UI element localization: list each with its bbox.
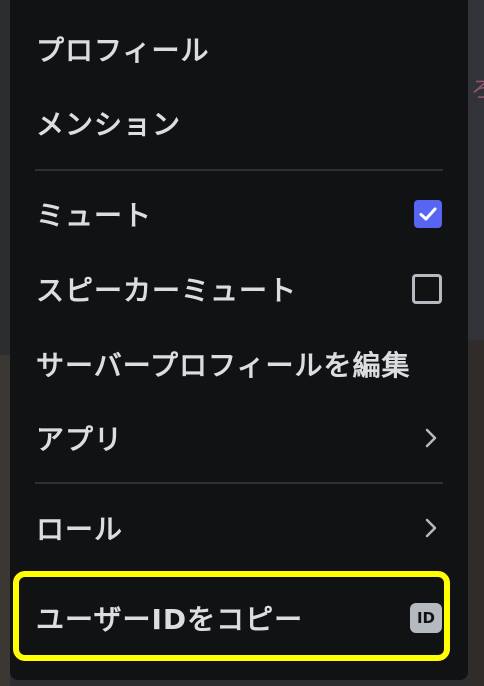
background-text-fragment: ろ bbox=[471, 78, 484, 103]
menu-item-profile[interactable]: プロフィール bbox=[36, 19, 442, 79]
menu-item-label: プロフィール bbox=[36, 34, 210, 67]
menu-item-label: アプリ bbox=[36, 423, 124, 456]
background-panel-lower-right bbox=[468, 340, 484, 686]
chevron-right-icon bbox=[420, 424, 442, 452]
menu-item-label: メンション bbox=[36, 108, 182, 141]
menu-item-label: サーバープロフィールを編集 bbox=[36, 349, 411, 382]
background-panel-lower-left bbox=[0, 355, 10, 686]
menu-item-label: ロール bbox=[36, 513, 124, 546]
menu-item-mute[interactable]: ミュート bbox=[36, 184, 442, 244]
highlight-box bbox=[13, 571, 450, 661]
menu-item-speaker-mute[interactable]: スピーカーミュート bbox=[36, 259, 442, 319]
menu-separator bbox=[35, 482, 443, 484]
menu-item-apps[interactable]: アプリ bbox=[36, 408, 442, 468]
checkbox-checked-icon[interactable] bbox=[414, 200, 442, 228]
menu-item-label: スピーカーミュート bbox=[36, 274, 298, 307]
checkbox-unchecked-icon[interactable] bbox=[412, 274, 442, 304]
menu-item-roles[interactable]: ロール bbox=[36, 498, 442, 558]
menu-item-edit-server-profile[interactable]: サーバープロフィールを編集 bbox=[36, 334, 442, 394]
menu-separator bbox=[35, 169, 443, 171]
menu-item-label: ミュート bbox=[36, 199, 153, 232]
chevron-right-icon bbox=[420, 514, 442, 542]
menu-item-mention[interactable]: メンション bbox=[36, 93, 442, 153]
